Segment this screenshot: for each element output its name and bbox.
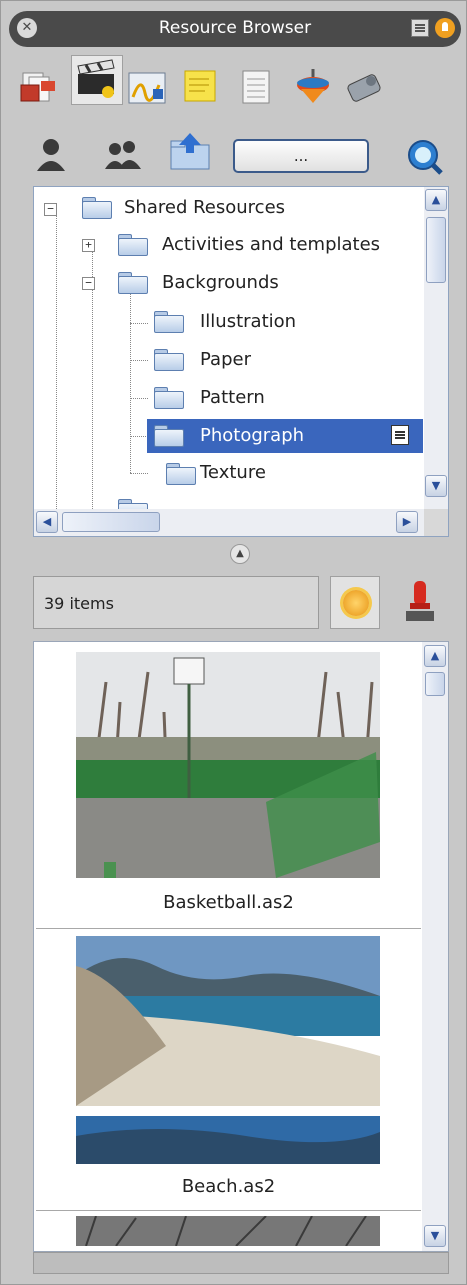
options-menu-icon[interactable]: [411, 19, 429, 37]
thumbnail-vertical-scrollbar[interactable]: ▲ ▼: [422, 642, 448, 1251]
scroll-down-icon[interactable]: ▼: [425, 475, 447, 497]
clapperboard-icon: [77, 59, 115, 98]
folder-icon: [82, 197, 112, 219]
folder-icon: [118, 234, 148, 256]
folder-icon: [154, 311, 184, 333]
tab-pages[interactable]: [17, 67, 69, 107]
scroll-right-icon[interactable]: ▶: [396, 511, 418, 533]
basketball-court-thumbnail: [76, 652, 380, 878]
tree-connector: [130, 323, 148, 324]
browse-button[interactable]: ...: [233, 139, 369, 173]
tree-item-label: Shared Resources: [124, 197, 286, 218]
folder-icon: [118, 272, 148, 294]
collapse-splitter-icon[interactable]: ▲: [230, 544, 250, 564]
tree-item-label: Backgrounds: [162, 272, 279, 293]
my-resources-button[interactable]: [33, 137, 69, 177]
search-button[interactable]: [405, 137, 445, 181]
search-icon: [408, 140, 443, 175]
thumbnail-list: Basketball.as2 Beach.as2 ▲ ▼: [33, 641, 449, 1252]
stamp-icon[interactable]: [405, 579, 435, 625]
scrollbar-corner: [424, 509, 448, 536]
tab-media[interactable]: [71, 55, 123, 105]
tree-item-label: Texture: [200, 462, 266, 483]
spreadsheet-icon: [242, 70, 270, 104]
shared-resources-button[interactable]: [103, 137, 147, 177]
pages-icon: [20, 72, 55, 102]
upload-folder-icon: [170, 133, 210, 170]
next-thumbnail-partial: [76, 1216, 380, 1246]
tree-connector: [130, 285, 131, 473]
tree-connector: [130, 436, 148, 437]
tree-vertical-scrollbar[interactable]: ▲ ▼: [424, 187, 448, 509]
node-options-icon[interactable]: [391, 425, 409, 445]
beach-thumbnail: [76, 936, 380, 1164]
window-title: Resource Browser: [158, 18, 312, 38]
tab-games[interactable]: [291, 67, 343, 107]
folder-icon: [154, 387, 184, 409]
tree-connector: [130, 473, 148, 474]
folder-icon: [166, 463, 196, 485]
title-bar[interactable]: ✕ Resource Browser: [9, 11, 461, 47]
upload-folder-button[interactable]: [169, 131, 213, 175]
tree-scroll-thumb[interactable]: [426, 217, 446, 283]
scroll-up-icon[interactable]: ▲: [425, 189, 447, 211]
tree-connector: [130, 398, 148, 399]
divider: [36, 928, 421, 929]
signature-icon: [128, 72, 166, 104]
tree-item-label: Illustration: [200, 311, 297, 332]
people-icon: [105, 141, 141, 169]
list-item[interactable]: Basketball.as2: [36, 642, 421, 927]
tree-item-label: Paper: [200, 349, 251, 370]
collapse-icon[interactable]: −: [82, 277, 95, 290]
collapse-icon[interactable]: −: [44, 203, 57, 216]
tree-connector: [130, 360, 148, 361]
scroll-left-icon[interactable]: ◀: [36, 511, 58, 533]
list-item[interactable]: [36, 1212, 421, 1251]
tree-connector: [56, 211, 57, 531]
tab-spreadsheet[interactable]: [233, 67, 285, 107]
pin-icon[interactable]: [435, 18, 455, 38]
scroll-down-icon[interactable]: ▼: [424, 1225, 446, 1247]
tab-signature[interactable]: [125, 67, 177, 107]
tree-item-label: Pattern: [200, 387, 265, 408]
tree-connector: [92, 247, 93, 536]
tree-item-label: Photograph: [200, 425, 305, 446]
item-count: 39 items: [33, 576, 319, 629]
list-item[interactable]: Beach.as2: [36, 930, 421, 1210]
tree-horizontal-scrollbar[interactable]: ◀ ▶: [34, 509, 424, 536]
tab-notes[interactable]: [179, 67, 231, 107]
bottom-strip: [33, 1252, 449, 1274]
divider: [36, 1210, 421, 1211]
tab-tools[interactable]: [343, 67, 395, 107]
thumbnail-scroll-thumb[interactable]: [425, 672, 445, 696]
eraser-tool-icon: [347, 74, 381, 102]
thumbnail-caption: Beach.as2: [181, 1176, 276, 1197]
folder-icon: [154, 425, 184, 447]
resource-browser-panel: ✕ Resource Browser ... − Shared Resource…: [0, 0, 467, 1285]
tree-item-label: Activities and templates: [162, 234, 381, 255]
sticky-note-icon: [184, 70, 216, 102]
tree-hscroll-thumb[interactable]: [62, 512, 160, 532]
person-icon: [37, 139, 65, 171]
light-bulb-icon[interactable]: [330, 576, 380, 629]
spinning-top-icon: [297, 69, 329, 103]
folder-icon: [154, 349, 184, 371]
folder-tree: − Shared Resources + Activities and temp…: [33, 186, 449, 537]
scroll-up-icon[interactable]: ▲: [424, 645, 446, 667]
thumbnail-caption: Basketball.as2: [163, 892, 294, 913]
expand-icon[interactable]: +: [82, 239, 95, 252]
